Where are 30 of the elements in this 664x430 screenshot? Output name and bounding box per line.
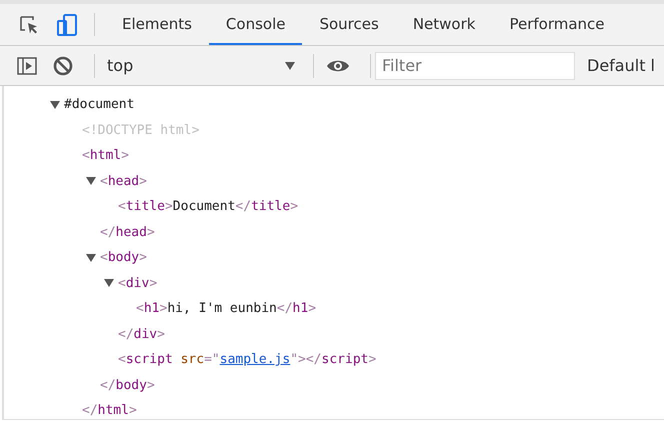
code-line: <!DOCTYPE html> [82,122,200,138]
clear-icon[interactable] [52,54,74,76]
expand-arrow-icon[interactable] [104,279,114,288]
tab[interactable]: Sources [302,4,396,45]
code-line: #document [64,97,134,112]
code-line: </head> [100,224,155,240]
caret-icon [285,62,295,70]
filter-field[interactable]: Filter [375,52,575,80]
tab[interactable]: Elements [105,4,209,45]
code-line: <h1>hi, I'm eunbin</h1> [136,301,316,316]
code-line: </body> [100,378,155,393]
expand-arrow-icon[interactable] [86,254,96,262]
inspect-icon[interactable] [18,14,40,36]
code-line: <html> [82,148,129,164]
context-dropdown[interactable]: top [107,56,307,75]
code-line: <title>Document</title> [118,199,298,214]
code-line: </div> [118,326,165,342]
sidebar-toggle-icon[interactable] [16,54,38,76]
code-line: </html> [82,403,137,418]
source-link[interactable]: sample.js [220,352,290,368]
device-icon[interactable] [56,12,78,36]
expand-arrow-icon[interactable] [50,100,60,109]
log-levels-dropdown[interactable]: Default l [575,56,655,75]
expand-arrow-icon[interactable] [86,177,96,186]
tab[interactable]: Performance [492,4,622,45]
tab[interactable]: Network [396,4,492,45]
code-line: <body> [100,250,147,266]
code-line: <div> [118,276,158,291]
code-line: <script src="sample.js"></script> [118,352,376,368]
code-line: <head> [100,174,147,189]
